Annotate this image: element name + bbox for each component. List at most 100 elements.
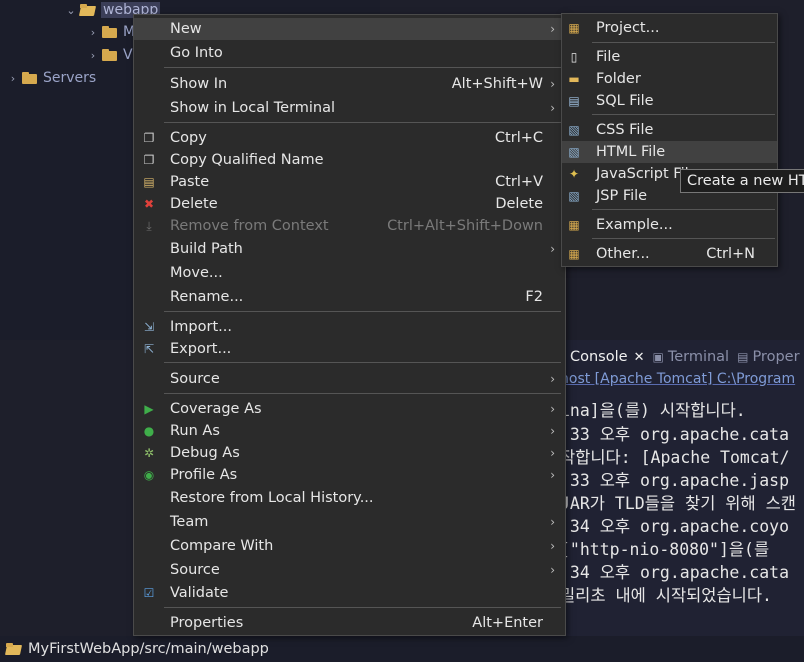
chevron-right-icon: › [550,563,555,577]
console-line: ["http-nio-8080"]을(를 [560,540,770,559]
checkbox-checked-icon: ☑ [143,586,155,600]
tree-item-child2[interactable]: › V [86,45,133,65]
menu-item-export[interactable]: ⇱ Export... [134,338,565,360]
menu-item-run-as[interactable]: ● Run As › [134,420,565,442]
menu-separator [592,238,775,239]
tree-item-label: V [123,47,133,63]
menu-item-go-into[interactable]: Go Into [134,42,565,64]
new-submenu: ▦ Project... ▯ File ▬ Folder ▤ SQL File … [561,13,778,267]
tree-item-child1[interactable]: › M [86,22,135,42]
tree-item-servers[interactable]: › Servers [6,68,96,88]
sql-file-icon: ▤ [568,94,580,108]
menu-item-restore-history[interactable]: Restore from Local History... [134,487,565,509]
paste-icon: ▤ [143,175,155,189]
menu-item-team[interactable]: Team › [134,511,565,533]
chevron-right-icon: › [550,515,555,529]
menu-item-source-2[interactable]: Source › [134,559,565,581]
properties-icon: ▤ [737,350,749,364]
menu-item-new[interactable]: New › [134,18,565,40]
delete-icon: ✖ [143,197,155,211]
menu-item-copy-qualified-name[interactable]: ❐ Copy Qualified Name [134,149,565,171]
submenu-item-sql-file[interactable]: ▤ SQL File [562,90,777,112]
html-file-icon: ▧ [568,145,580,159]
folder-icon [102,26,118,38]
chevron-right-icon[interactable]: › [6,72,20,85]
console-line: :33 오후 org.apache.jasp [560,471,790,490]
tab-properties[interactable]: ▤ Proper [737,349,799,365]
run-icon: ● [143,424,155,438]
menu-item-coverage-as[interactable]: ▶ Coverage As › [134,398,565,420]
console-line: 밀리초 내에 시작되었습니다. [560,586,772,605]
menu-item-validate[interactable]: ☑ Validate [134,582,565,604]
menu-item-properties[interactable]: Properties Alt+Enter [134,612,565,634]
tab-console[interactable]: Console ✕ [570,349,644,365]
menu-item-compare-with[interactable]: Compare With › [134,535,565,557]
menu-separator [164,607,561,608]
folder-open-icon [80,4,96,16]
console-line: 작합니다: [Apache Tomcat/ [560,448,790,467]
menu-separator [164,67,561,68]
remove-context-icon: ⤓ [146,218,152,233]
example-icon: ▦ [568,218,580,232]
folder-icon [6,643,22,655]
menu-separator [164,393,561,394]
folder-icon [102,49,118,61]
profile-icon: ◉ [143,468,155,482]
wizard-icon: ▦ [568,247,580,261]
chevron-right-icon: › [550,424,555,438]
console-view: Console ✕ ▣ Terminal ▤ Proper nost [Apac… [560,340,804,636]
javascript-file-icon: ✦ [568,167,580,181]
menu-item-build-path[interactable]: Build Path › [134,238,565,260]
chevron-right-icon[interactable]: › [86,26,100,39]
menu-item-paste[interactable]: ▤ Paste Ctrl+V [134,171,565,193]
submenu-item-example[interactable]: ▦ Example... [562,214,777,236]
jsp-file-icon: ▧ [568,189,580,203]
import-icon: ⇲ [143,320,155,334]
menu-item-show-in-local-terminal[interactable]: Show in Local Terminal › [134,97,565,119]
submenu-item-html-file[interactable]: ▧ HTML File [562,141,777,163]
submenu-item-folder[interactable]: ▬ Folder [562,68,777,90]
menu-item-source[interactable]: Source › [134,368,565,390]
menu-item-remove-from-context: ⤓ Remove from Context Ctrl+Alt+Shift+Dow… [134,215,565,237]
close-icon[interactable]: ✕ [634,350,645,365]
menu-item-copy[interactable]: ❐ Copy Ctrl+C [134,127,565,149]
file-icon: ▯ [570,50,578,64]
submenu-item-project[interactable]: ▦ Project... [562,17,777,39]
chevron-right-icon: › [550,22,555,36]
chevron-right-icon: › [550,468,555,482]
menu-item-profile-as[interactable]: ◉ Profile As › [134,464,565,486]
menu-separator [592,114,775,115]
console-line: :33 오후 org.apache.cata [560,425,790,444]
console-process-header: nost [Apache Tomcat] C:\Program [560,371,796,387]
menu-item-show-in[interactable]: Show In Alt+Shift+W › [134,73,565,95]
chevron-right-icon[interactable]: › [86,49,100,62]
menu-separator [164,311,561,312]
css-file-icon: ▧ [568,123,580,137]
terminal-icon: ▣ [652,350,664,364]
chevron-down-icon[interactable]: ⌄ [64,4,78,17]
submenu-item-css-file[interactable]: ▧ CSS File [562,119,777,141]
copy-icon: ❐ [143,131,155,145]
menu-item-rename[interactable]: Rename... F2 [134,286,565,308]
tab-label: Proper [752,349,800,365]
copy-qualified-icon: ❐ [143,153,155,167]
status-path: MyFirstWebApp/src/main/webapp [28,641,269,657]
tab-label: Terminal [667,349,730,365]
menu-separator [164,122,561,123]
submenu-item-other[interactable]: ▦ Other... Ctrl+N [562,243,777,265]
chevron-right-icon: › [550,372,555,386]
project-icon: ▦ [568,21,580,35]
menu-separator [164,362,561,363]
menu-item-move[interactable]: Move... [134,262,565,284]
folder-icon [22,72,38,84]
tooltip: Create a new HTML [680,169,804,193]
menu-item-import[interactable]: ⇲ Import... [134,316,565,338]
menu-item-debug-as[interactable]: ✲ Debug As › [134,442,565,464]
export-icon: ⇱ [143,342,155,356]
chevron-right-icon: › [550,446,555,460]
menu-item-delete[interactable]: ✖ Delete Delete [134,193,565,215]
submenu-item-file[interactable]: ▯ File [562,46,777,68]
console-line: JAR가 TLD들을 찾기 위해 스캔 [560,494,796,513]
console-line: :34 오후 org.apache.cata [560,563,790,582]
tab-terminal[interactable]: ▣ Terminal [652,349,729,365]
